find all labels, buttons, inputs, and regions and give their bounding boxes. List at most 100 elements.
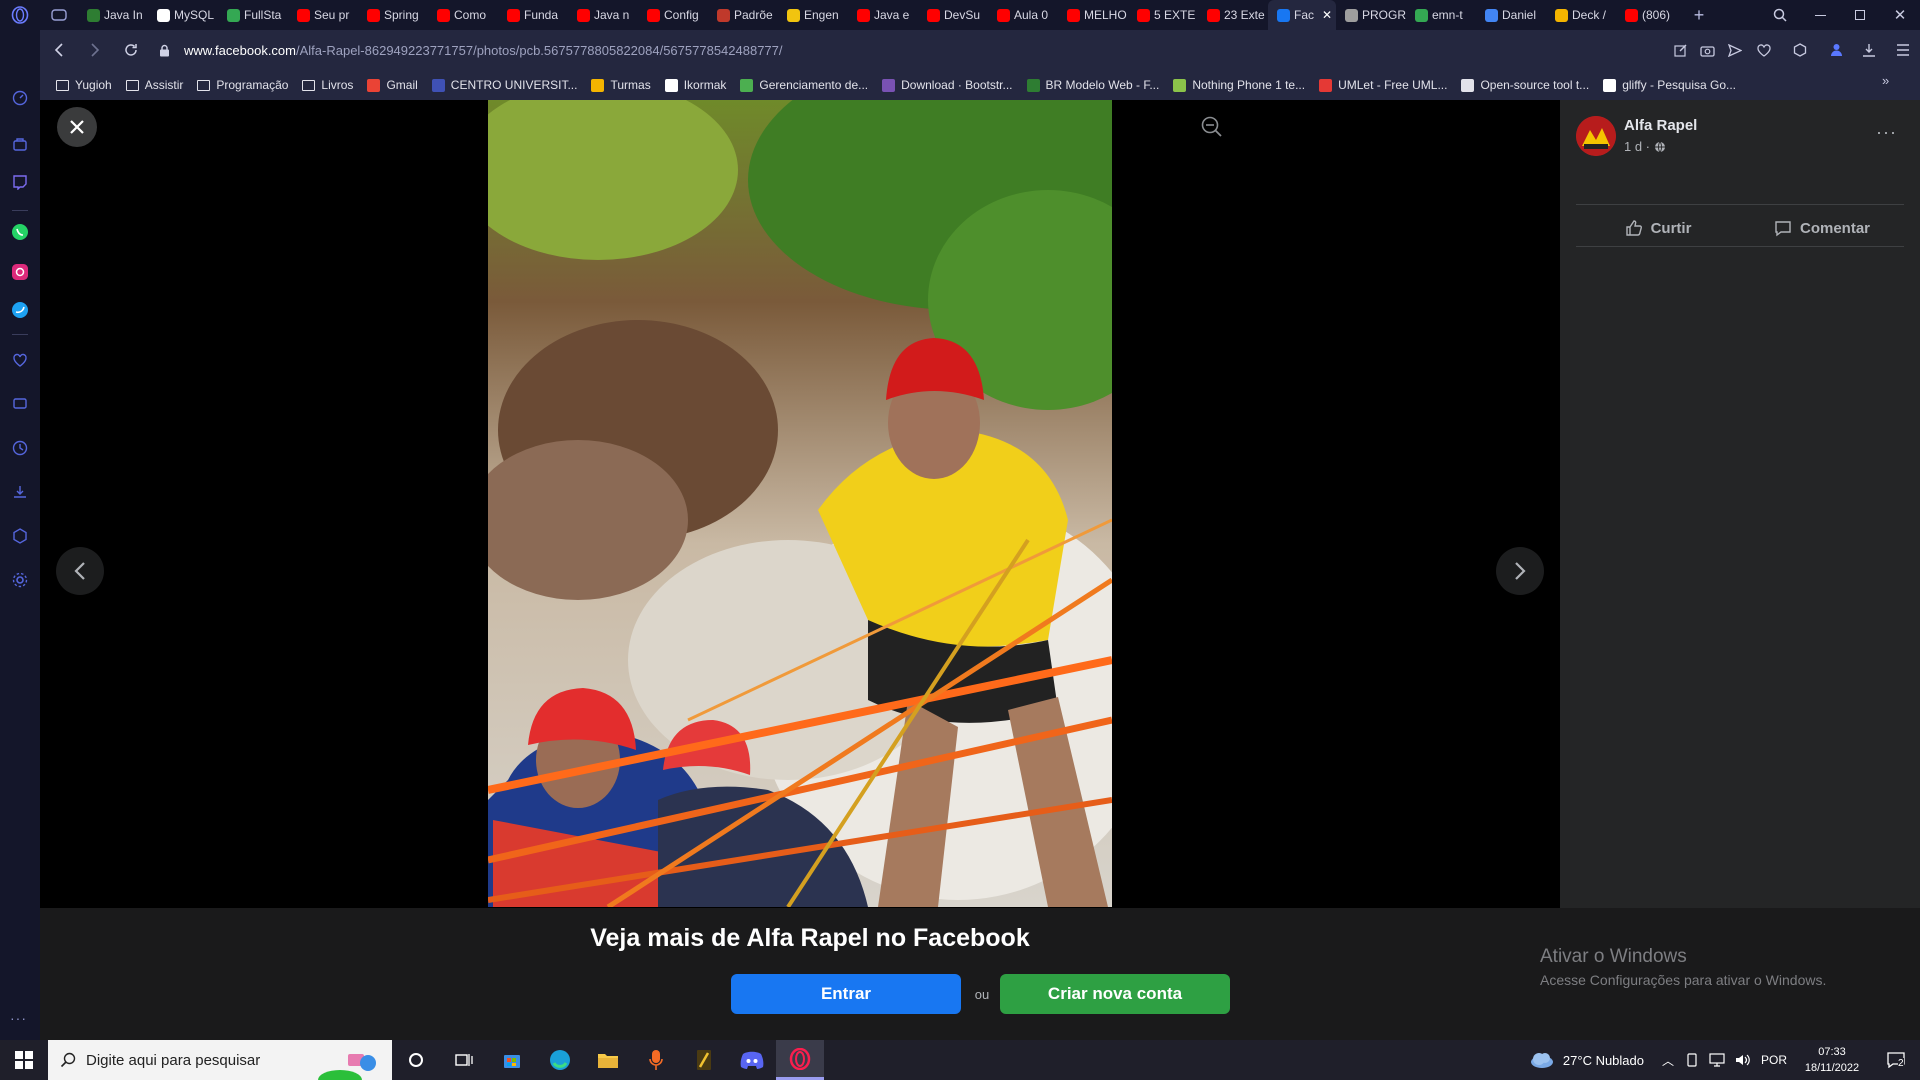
forward-icon[interactable] — [78, 43, 112, 57]
next-photo-button[interactable] — [1496, 547, 1544, 595]
tab-9[interactable]: Padrõe — [708, 0, 778, 30]
create-account-button[interactable]: Criar nova conta — [1000, 974, 1230, 1014]
settings-gear-icon[interactable] — [10, 570, 30, 590]
task-view-icon[interactable] — [440, 1052, 488, 1068]
opera-gx-app-icon[interactable] — [776, 1040, 824, 1080]
tab-8[interactable]: Config — [638, 0, 708, 30]
instagram-icon[interactable] — [10, 262, 30, 282]
send-icon[interactable] — [1721, 43, 1748, 57]
post-author[interactable]: Alfa Rapel — [1624, 117, 1697, 134]
speed-dial-icon[interactable] — [10, 88, 30, 108]
device-icon[interactable] — [1680, 1053, 1704, 1067]
whatsapp-icon[interactable] — [10, 222, 30, 242]
cortana-icon[interactable] — [392, 1053, 440, 1067]
profile-icon[interactable] — [1820, 43, 1852, 57]
close-viewer-button[interactable] — [57, 107, 97, 147]
volume-icon[interactable] — [1730, 1053, 1756, 1067]
tab-20[interactable]: Daniel — [1476, 0, 1546, 30]
extensions-icon[interactable] — [1780, 43, 1820, 57]
bookmark-item[interactable]: UMLet - Free UML... — [1319, 78, 1447, 92]
language-indicator[interactable]: POR — [1756, 1053, 1792, 1067]
tab-18[interactable]: PROGR — [1336, 0, 1406, 30]
bookmark-item[interactable]: Programação — [197, 78, 288, 92]
tab-15[interactable]: 5 EXTE — [1128, 0, 1198, 30]
opera-logo-icon[interactable] — [0, 0, 40, 30]
tab-7[interactable]: Java n — [568, 0, 638, 30]
clock[interactable]: 07:33 18/11/2022 — [1792, 1044, 1872, 1076]
bookmark-item[interactable]: Yugioh — [56, 78, 112, 92]
tab-2[interactable]: FullSta — [218, 0, 288, 30]
download-icon[interactable] — [1852, 43, 1886, 57]
tab-17[interactable]: Fac ✕ — [1268, 0, 1336, 30]
bookmarks-overflow-icon[interactable]: » — [1882, 73, 1889, 88]
tab-search-icon[interactable] — [1760, 8, 1800, 22]
weather-widget[interactable]: 27°C Nublado — [1529, 1051, 1656, 1069]
tab-16[interactable]: 23 Exte — [1198, 0, 1268, 30]
back-icon[interactable] — [40, 43, 78, 57]
tab-6[interactable]: Funda — [498, 0, 568, 30]
post-time[interactable]: 1 d · — [1624, 139, 1650, 154]
tab-0[interactable]: Java In — [78, 0, 148, 30]
heart-icon[interactable] — [10, 350, 30, 370]
bookmark-item[interactable]: Gerenciamento de... — [740, 78, 868, 92]
tab-12[interactable]: DevSu — [918, 0, 988, 30]
edge-app-icon[interactable] — [536, 1049, 584, 1071]
bookmark-item[interactable]: BR Modelo Web - F... — [1026, 78, 1159, 92]
previous-photo-button[interactable] — [56, 547, 104, 595]
close-window-icon[interactable]: ✕ — [1880, 6, 1920, 24]
tab-10[interactable]: Engen — [778, 0, 848, 30]
extensions-cube-icon[interactable] — [10, 526, 30, 546]
restore-icon[interactable] — [1840, 10, 1880, 20]
tab-21[interactable]: Deck / — [1546, 0, 1616, 30]
discord-app-icon[interactable] — [728, 1051, 776, 1069]
bookmark-heart-icon[interactable] — [1748, 43, 1780, 57]
network-icon[interactable] — [1704, 1053, 1730, 1067]
notifications-button[interactable]: 2 — [1872, 1052, 1920, 1069]
bookmark-item[interactable]: Nothing Phone 1 te... — [1173, 78, 1305, 92]
zoom-out-icon[interactable] — [1201, 116, 1223, 143]
tab-14[interactable]: MELHO — [1058, 0, 1128, 30]
bookmark-item[interactable]: Turmas — [591, 78, 651, 92]
tabs-icon[interactable] — [10, 394, 30, 414]
microphone-app-icon[interactable] — [632, 1049, 680, 1071]
post-options-icon[interactable]: ··· — [1876, 122, 1897, 143]
close-tab-icon[interactable]: ✕ — [1322, 8, 1332, 22]
lock-icon[interactable] — [150, 44, 178, 57]
minimize-icon[interactable] — [1800, 14, 1840, 16]
tab-3[interactable]: Seu pr — [288, 0, 358, 30]
twitter-icon[interactable] — [10, 300, 30, 320]
bookmark-item[interactable]: Ikormak — [664, 78, 726, 92]
new-tab-button[interactable]: + — [1686, 5, 1712, 26]
login-button[interactable]: Entrar — [731, 974, 961, 1014]
tab-13[interactable]: Aula 0 — [988, 0, 1058, 30]
file-explorer-icon[interactable] — [584, 1051, 632, 1069]
comment-button[interactable]: Comentar — [1740, 210, 1904, 246]
tab-5[interactable]: Como — [428, 0, 498, 30]
page-avatar[interactable] — [1576, 116, 1616, 156]
bookmark-item[interactable]: Livros — [302, 78, 353, 92]
book-app-icon[interactable] — [680, 1049, 728, 1071]
bookmark-item[interactable]: CENTRO UNIVERSIT... — [431, 78, 577, 92]
snapshot-camera-icon[interactable] — [1694, 44, 1721, 57]
show-hidden-icons-icon[interactable]: ︿ — [1656, 1052, 1680, 1069]
bookmark-item[interactable]: gliffy - Pesquisa Go... — [1603, 78, 1736, 92]
tab-4[interactable]: Spring — [358, 0, 428, 30]
history-icon[interactable] — [10, 438, 30, 458]
tab-1[interactable]: MySQL — [148, 0, 218, 30]
tab-19[interactable]: emn-t — [1406, 0, 1476, 30]
reload-icon[interactable] — [112, 43, 150, 57]
store-app-icon[interactable] — [488, 1050, 536, 1070]
edit-page-icon[interactable] — [1667, 43, 1694, 57]
like-button[interactable]: Curtir — [1576, 210, 1740, 246]
bookmark-item[interactable]: Assistir — [125, 78, 183, 92]
workspaces-icon[interactable] — [40, 0, 78, 30]
tab-11[interactable]: Java e — [848, 0, 918, 30]
url-field[interactable]: www.facebook.com/Alfa-Rapel-862949223771… — [178, 43, 1667, 58]
bookmark-item[interactable]: Download · Bootstr... — [882, 78, 1013, 92]
taskbar-search[interactable]: Digite aqui para pesquisar — [48, 1040, 392, 1080]
bookmark-item[interactable]: Open-source tool t... — [1461, 78, 1589, 92]
menu-icon[interactable] — [1886, 44, 1920, 56]
tab-22[interactable]: (806) — [1616, 0, 1686, 30]
bag-icon[interactable] — [10, 134, 30, 154]
windows-start-icon[interactable] — [0, 1051, 48, 1069]
